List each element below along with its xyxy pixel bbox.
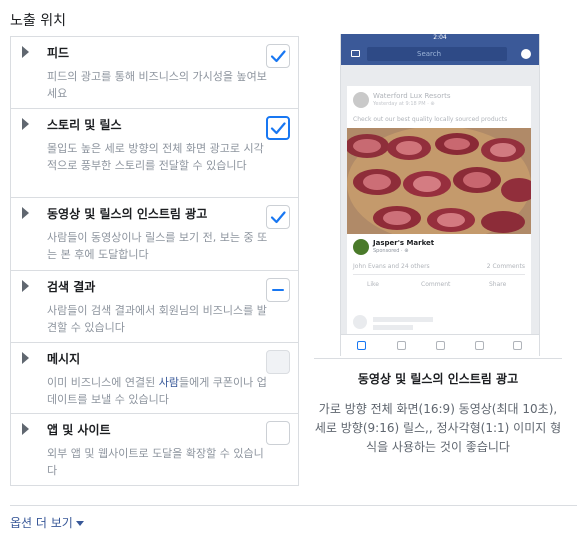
placement-title: 검색 결과 bbox=[47, 280, 96, 294]
sponsored-label: Sponsored · ⊕ bbox=[373, 248, 409, 254]
page-timestamp: Yesterday at 9:18 PM · ⊕ bbox=[373, 101, 435, 107]
expand-caret-icon[interactable] bbox=[22, 207, 29, 219]
news-feed-icon bbox=[357, 341, 366, 350]
placement-title: 앱 및 사이트 bbox=[47, 423, 111, 437]
checkmark-icon bbox=[270, 50, 286, 63]
phone-tab-bar bbox=[341, 334, 539, 356]
video-icon bbox=[397, 341, 406, 350]
placeholder-avatar bbox=[353, 315, 367, 329]
checkbox-stories-reels[interactable] bbox=[266, 116, 290, 140]
placeholder-line bbox=[373, 325, 413, 330]
more-options-label: 옵션 더 보기 bbox=[10, 516, 73, 530]
advertiser-logo bbox=[353, 239, 369, 255]
expand-caret-icon[interactable] bbox=[22, 423, 29, 435]
like-action: Like bbox=[367, 281, 379, 288]
description-text: 이미 비즈니스에 연결된 bbox=[47, 376, 159, 389]
placement-description: 몰입도 높은 세로 방향의 전체 화면 광고로 시각적으로 풍부한 스토리를 전… bbox=[47, 142, 264, 172]
placement-row-apps-sites[interactable]: 앱 및 사이트 외부 앱 및 웹사이트로 도달을 확장할 수 있습니다 bbox=[11, 414, 298, 487]
placement-title: 스토리 및 릴스 bbox=[47, 118, 122, 132]
preview-title: 동영상 및 릴스의 인스트림 광고 bbox=[357, 372, 519, 386]
comment-action: Comment bbox=[421, 281, 451, 288]
placement-title: 피드 bbox=[47, 46, 70, 60]
checkbox-feed[interactable] bbox=[266, 44, 290, 68]
fig-tart-image bbox=[347, 128, 531, 234]
checkmark-icon bbox=[270, 122, 286, 135]
placement-title: 메시지 bbox=[47, 352, 81, 366]
section-title: 노출 위치 bbox=[10, 13, 66, 29]
menu-icon bbox=[513, 341, 522, 350]
placement-row-instream[interactable]: 동영상 및 릴스의 인스트림 광고 사람들이 동영상이나 릴스를 보기 전, 보… bbox=[11, 198, 298, 271]
post-text: Check out our best quality locally sourc… bbox=[353, 116, 508, 123]
page-name: Waterford Lux Resorts bbox=[373, 92, 451, 100]
reactions-count: John Evans and 24 others bbox=[353, 263, 430, 270]
placement-title: 동영상 및 릴스의 인스트림 광고 bbox=[47, 207, 208, 221]
placement-description: 사람들이 검색 결과에서 회원님의 비즈니스를 발견할 수 있습니다 bbox=[47, 304, 267, 334]
feed-post: Waterford Lux Resorts Yesterday at 9:18 … bbox=[347, 86, 531, 326]
placement-row-stories-reels[interactable]: 스토리 및 릴스 몰입도 높은 세로 방향의 전체 화면 광고로 시각적으로 풍… bbox=[11, 109, 298, 198]
minus-icon bbox=[272, 289, 284, 291]
placements-list: 피드 피드의 광고를 통해 비즈니스의 가시성을 높여보세요 스토리 및 릴스 … bbox=[10, 36, 299, 486]
phone-preview: 2:04 Search Waterford Lux Resorts Yester… bbox=[340, 34, 540, 356]
notifications-icon bbox=[475, 341, 484, 350]
checkbox-search-results[interactable] bbox=[266, 278, 290, 302]
checkbox-apps-sites[interactable] bbox=[266, 421, 290, 445]
people-link[interactable]: 사람 bbox=[159, 376, 179, 389]
bottom-divider bbox=[10, 505, 577, 506]
expand-caret-icon[interactable] bbox=[22, 118, 29, 130]
expand-caret-icon[interactable] bbox=[22, 46, 29, 58]
preview-divider bbox=[314, 358, 562, 359]
preview-description: 가로 방향 전체 화면(16:9) 동영상(최대 10초), 세로 방향(9:1… bbox=[314, 402, 562, 454]
camera-icon bbox=[351, 50, 360, 57]
messenger-icon bbox=[521, 49, 531, 59]
marketplace-icon bbox=[436, 341, 445, 350]
page-avatar bbox=[353, 92, 369, 108]
phone-status-bar: 2:04 bbox=[341, 34, 539, 43]
checkbox-instream[interactable] bbox=[266, 205, 290, 229]
facebook-header: Search bbox=[341, 43, 539, 65]
more-options-link[interactable]: 옵션 더 보기 bbox=[10, 514, 84, 531]
placement-row-feed[interactable]: 피드 피드의 광고를 통해 비즈니스의 가시성을 높여보세요 bbox=[11, 37, 298, 109]
checkbox-messages bbox=[266, 350, 290, 374]
placeholder-line bbox=[373, 317, 433, 322]
post-divider bbox=[353, 274, 525, 275]
placement-description: 외부 앱 및 웹사이트로 도달을 확장할 수 있습니다 bbox=[47, 447, 264, 477]
status-time: 2:04 bbox=[433, 34, 447, 41]
placement-description: 사람들이 동영상이나 릴스를 보기 전, 보는 중 또는 본 후에 도달합니다 bbox=[47, 231, 268, 261]
placement-row-messages[interactable]: 메시지 이미 비즈니스에 연결된 사람들에게 쿠폰이나 업데이트를 보낼 수 있… bbox=[11, 343, 298, 414]
placement-description: 피드의 광고를 통해 비즈니스의 가시성을 높여보세요 bbox=[47, 70, 267, 100]
chevron-down-icon bbox=[75, 521, 84, 526]
share-action: Share bbox=[489, 281, 507, 288]
expand-caret-icon[interactable] bbox=[22, 352, 29, 364]
facebook-search-bar: Search bbox=[367, 47, 507, 61]
placement-description: 이미 비즈니스에 연결된 사람들에게 쿠폰이나 업데이트를 보낼 수 있습니다 bbox=[47, 374, 269, 408]
checkmark-icon bbox=[270, 211, 286, 224]
comments-count: 2 Comments bbox=[486, 263, 525, 270]
expand-caret-icon[interactable] bbox=[22, 280, 29, 292]
advertiser-name: Jasper's Market bbox=[373, 239, 435, 247]
placement-row-search-results[interactable]: 검색 결과 사람들이 검색 결과에서 회원님의 비즈니스를 발견할 수 있습니다 bbox=[11, 271, 298, 343]
